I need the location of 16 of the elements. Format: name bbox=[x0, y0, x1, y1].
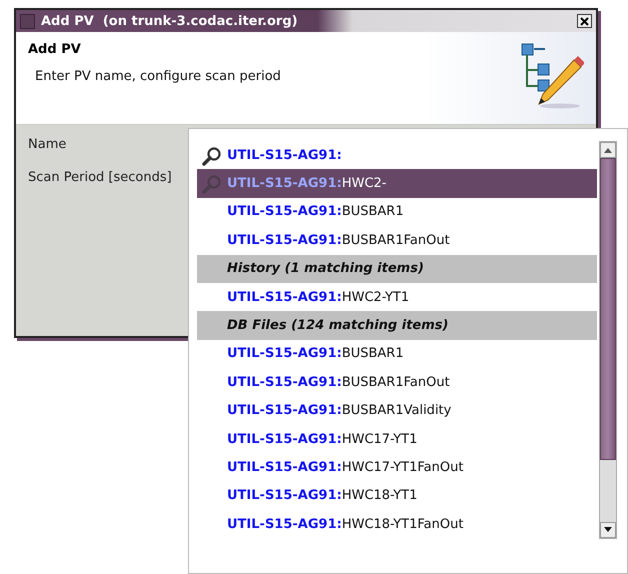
search-icon bbox=[202, 146, 222, 166]
header-subtitle: Enter PV name, configure scan period bbox=[34, 69, 282, 84]
window-title: Add PV (on trunk-3.codac.iter.org) bbox=[41, 14, 299, 28]
down-arrow-icon bbox=[604, 527, 612, 533]
header-title: Add PV bbox=[28, 42, 82, 57]
suggestion-item[interactable]: UTIL-S15-AG91:HWC2- bbox=[197, 169, 597, 198]
search-icon bbox=[202, 174, 222, 194]
close-button[interactable] bbox=[577, 14, 592, 28]
up-arrow-icon bbox=[604, 147, 612, 153]
section-header: DB Files (124 matching items) bbox=[197, 311, 597, 340]
field-label: Scan Period [seconds] bbox=[28, 170, 172, 185]
scroll-up-button[interactable] bbox=[600, 142, 616, 158]
scrollbar[interactable] bbox=[599, 141, 617, 539]
field-label: Name bbox=[28, 137, 66, 152]
section-header: History (1 matching items) bbox=[197, 254, 597, 283]
scroll-down-button[interactable] bbox=[600, 522, 616, 538]
